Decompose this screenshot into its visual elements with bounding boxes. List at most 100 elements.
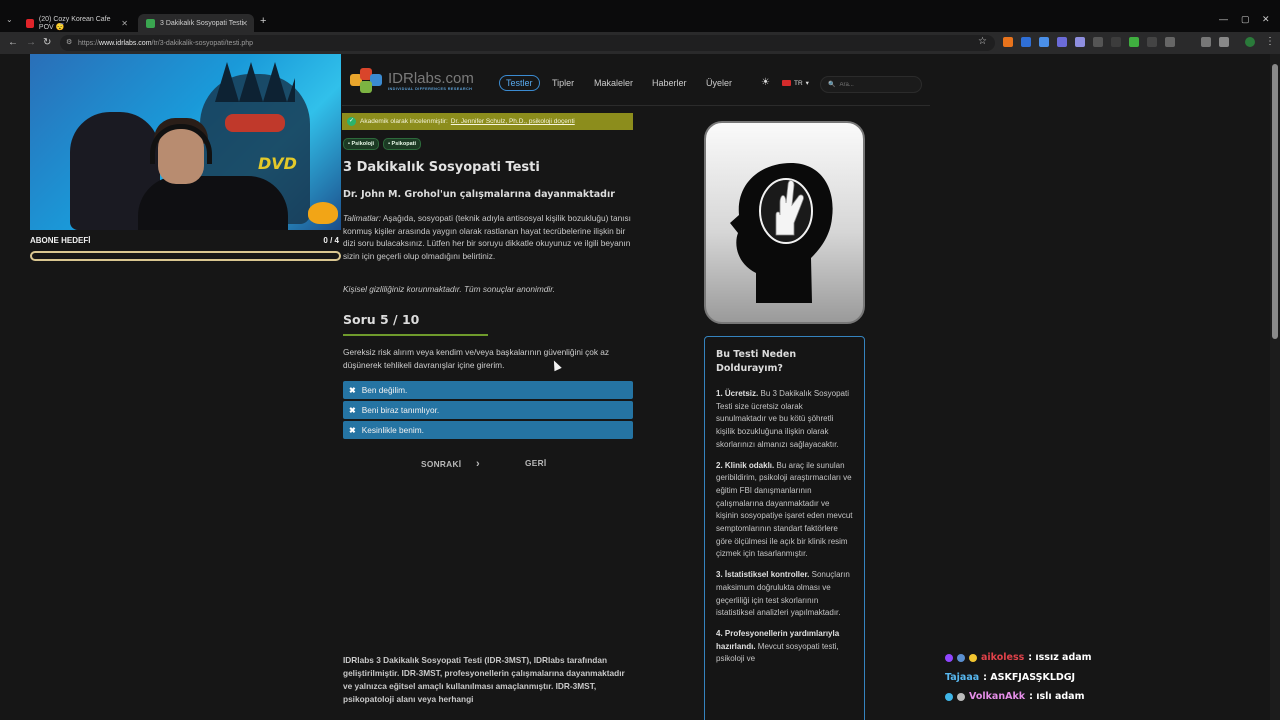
mascot-goggles	[225, 114, 285, 132]
stream-chat: aikoless : ıssız adam Tajaaa : ASKFJASŞK…	[945, 648, 1092, 707]
webcam-overlay: DVD	[30, 54, 341, 230]
tag-psychology[interactable]: • Psikoloji	[343, 138, 380, 150]
sub-goal-progress-bar	[30, 251, 341, 261]
badge-icon	[957, 653, 965, 662]
extensions-icon[interactable]	[1219, 37, 1229, 47]
nav-tests[interactable]: Testler	[499, 75, 540, 91]
tab-title: 3 Dakikalık Sosyopati Testi	[160, 19, 244, 27]
privacy-note: Kişisel gizliliğiniz korunmaktadır. Tüm …	[343, 284, 555, 294]
answer-option[interactable]: ✖ Ben değilim.	[343, 381, 633, 399]
extension-icon[interactable]	[1147, 37, 1157, 47]
question-text: Gereksiz risk alırım veya kendim ve/veya…	[343, 347, 610, 370]
reviewer-link[interactable]: Dr. Jennifer Schulz, Ph.D., psikoloji do…	[451, 118, 575, 125]
language-code: TR	[794, 79, 803, 87]
extensions-puzzle-icon[interactable]	[1201, 37, 1211, 47]
nav-news[interactable]: Haberler	[652, 78, 687, 88]
chat-text: : ASKFJASŞKLDGJ	[983, 671, 1076, 683]
extension-icon[interactable]	[1165, 37, 1175, 47]
next-button[interactable]: SONRAKİ ›	[421, 458, 480, 470]
new-tab-button[interactable]: +	[260, 15, 266, 27]
tab-search-button[interactable]: ⌄	[6, 15, 13, 24]
language-selector[interactable]: TR ▾	[782, 79, 809, 87]
reason-title: 1. Ücretsiz.	[716, 389, 759, 398]
progress-fill	[343, 334, 488, 336]
logo-tagline: INDIVIDUAL DIFFERENCES RESEARCH	[388, 87, 473, 91]
scrollbar-thumb[interactable]	[1272, 64, 1278, 339]
tab-title: (20) Cozy Korean Cafe POV 😴	[38, 15, 111, 31]
logo-name: IDRlabs.com	[388, 70, 474, 87]
idrlabs-logo[interactable]: IDRlabs.com INDIVIDUAL DIFFERENCES RESEA…	[350, 68, 482, 98]
sub-goal-count: 0 / 4	[323, 236, 339, 245]
extension-icon[interactable]	[1003, 37, 1013, 47]
reason-text: Bu araç ile sunulan geribildirim, psikol…	[716, 460, 853, 559]
forward-button[interactable]: →	[26, 37, 36, 48]
address-bar[interactable]: ⚙ https://www.idrlabs.com/tr/3-dakikalik…	[60, 35, 995, 51]
answer-option[interactable]: ✖ Beni biraz tanımlıyor.	[343, 401, 633, 419]
extension-icon[interactable]	[1075, 37, 1085, 47]
site-info-icon[interactable]: ⚙	[66, 38, 72, 46]
search-icon: 🔍	[828, 82, 836, 88]
extension-icon[interactable]	[1039, 37, 1049, 47]
idrlabs-favicon-icon	[146, 18, 155, 28]
nav-articles[interactable]: Makaleler	[594, 78, 633, 88]
test-description: IDRlabs 3 Dakikalık Sosyopati Testi (IDR…	[343, 655, 625, 704]
reason-item: 1. Ücretsiz. Bu 3 Dakikalık Sosyopati Te…	[716, 388, 853, 452]
extension-icon[interactable]	[1093, 37, 1103, 47]
nav-types[interactable]: Tipler	[552, 78, 574, 88]
badge-icon	[969, 653, 977, 662]
extension-icon[interactable]	[1111, 37, 1121, 47]
extension-icon[interactable]	[1057, 37, 1067, 47]
youtube-favicon-icon	[26, 18, 34, 28]
why-take-test-box: Bu Testi Neden Doldurayım? 1. Ücretsiz. …	[704, 336, 865, 720]
reason-item: 4. Profesyonellerin yardımlarıyla hazırl…	[716, 628, 853, 666]
close-tab-icon[interactable]: ✕	[241, 19, 248, 28]
search-input[interactable]	[839, 81, 920, 88]
head-silhouette-icon	[730, 163, 833, 303]
logo-hex-icon	[360, 81, 372, 93]
tag-list: • Psikoloji • Psikopati	[343, 138, 421, 150]
profile-avatar[interactable]	[1245, 37, 1255, 47]
extension-icon[interactable]	[1021, 37, 1031, 47]
dvd-logo: DVD	[258, 154, 297, 173]
next-label: SONRAKİ	[421, 459, 462, 469]
back-button[interactable]: ←	[8, 37, 18, 48]
bookmark-star-icon[interactable]: ☆	[978, 36, 987, 47]
badge-icon	[945, 653, 953, 662]
tag-psychopathy[interactable]: • Psikopati	[383, 138, 421, 150]
answer-label: Kesinlikle benim.	[361, 425, 424, 435]
chicken-icon	[308, 202, 338, 224]
answer-option[interactable]: ✖ Kesinlikle benim.	[343, 421, 633, 439]
theme-toggle-icon[interactable]: ☀	[761, 77, 770, 88]
close-window-button[interactable]: ✕	[1262, 14, 1270, 25]
chat-username: Tajaaa	[945, 671, 980, 683]
tab-youtube[interactable]: (20) Cozy Korean Cafe POV 😴 ✕	[18, 14, 134, 32]
instructions-text: Aşağıda, sosyopati (teknik adıyla antiso…	[343, 213, 631, 262]
browser-tabstrip: ⌄ (20) Cozy Korean Cafe POV 😴 ✕ 3 Dakika…	[0, 0, 1280, 32]
chat-message: VolkanAkk : ıslı adam	[945, 687, 1092, 707]
page-subtitle: Dr. John M. Grohol'un çalışmalarına daya…	[343, 189, 615, 200]
reload-button[interactable]: ↻	[43, 37, 51, 48]
url-path: /tr/3-dakikalik-sosyopati/testi.php	[151, 39, 254, 47]
check-icon: ✓	[347, 117, 356, 126]
badge-icon	[957, 692, 965, 701]
question-counter: Soru 5 / 10	[343, 312, 420, 327]
chat-text: : ıslı adam	[1029, 691, 1085, 702]
close-tab-icon[interactable]: ✕	[121, 19, 128, 28]
chat-username: VolkanAkk	[969, 691, 1026, 702]
back-button[interactable]: GERİ	[525, 458, 546, 468]
url-host: www.idrlabs.com	[99, 39, 152, 47]
browser-menu-icon[interactable]: ⋮	[1265, 36, 1275, 47]
minimize-button[interactable]: —	[1219, 14, 1228, 24]
nav-members[interactable]: Üyeler	[706, 78, 732, 88]
sub-goal-header: ABONE HEDEFİ 0 / 4	[30, 236, 341, 245]
question-progress-bar	[343, 334, 633, 337]
why-heading: Bu Testi Neden Doldurayım?	[716, 349, 797, 374]
maximize-button[interactable]: ▢	[1241, 14, 1250, 25]
chat-message: aikoless : ıssız adam	[945, 648, 1092, 668]
cross-icon: ✖	[349, 425, 356, 435]
site-search[interactable]: 🔍	[820, 76, 922, 93]
extension-icon[interactable]	[1129, 37, 1139, 47]
sub-goal-label: ABONE HEDEFİ	[30, 236, 91, 245]
tab-idrlabs[interactable]: 3 Dakikalık Sosyopati Testi ✕	[138, 14, 254, 32]
badge-icon	[945, 692, 953, 701]
